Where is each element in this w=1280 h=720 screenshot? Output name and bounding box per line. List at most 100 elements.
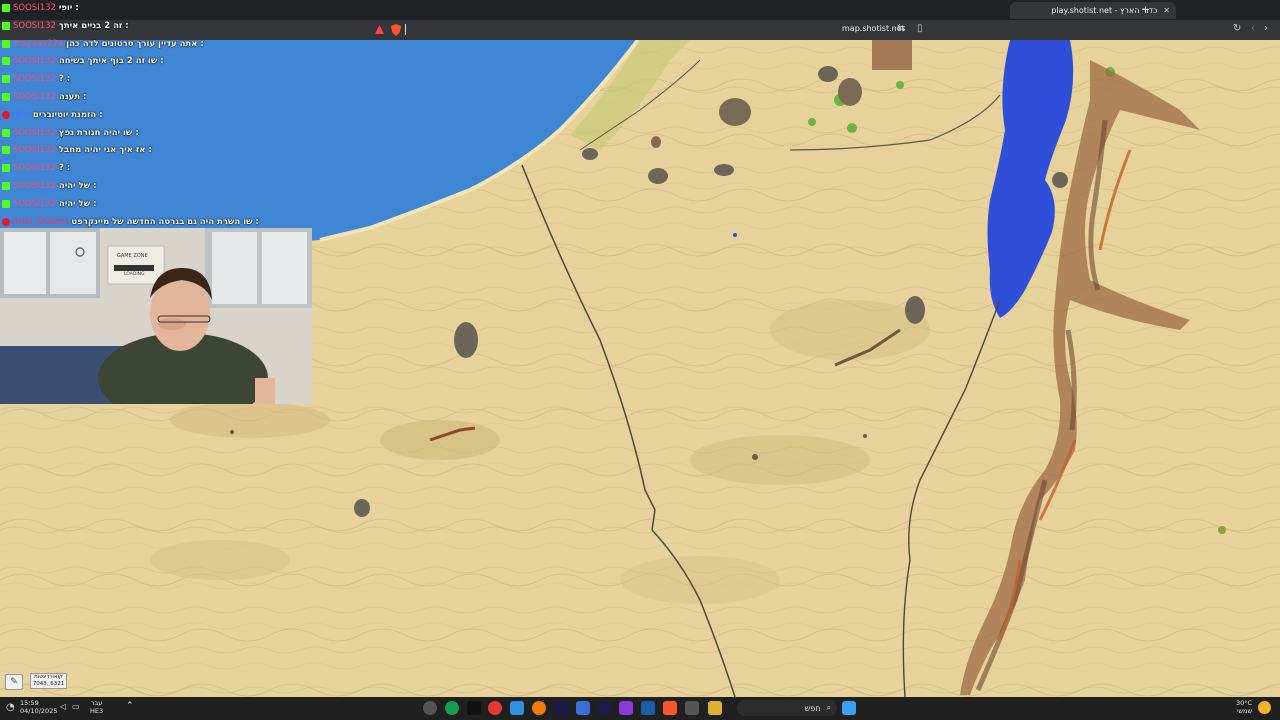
chat-username[interactable]: SOOSI132 [13, 128, 56, 138]
chat-username[interactable]: iBut [13, 110, 30, 120]
monitor-icon[interactable]: ▭ [72, 702, 80, 711]
speaker-icon[interactable]: ◁ [60, 702, 66, 711]
rock-patch [651, 136, 661, 148]
windows-start-icon[interactable] [842, 701, 856, 715]
chat-text: הזמנת יוטיוברים : [32, 109, 103, 120]
weather-temp: 30°C [1236, 699, 1253, 707]
tree [808, 118, 816, 126]
taskbar-search[interactable]: חפש ⌕ [737, 700, 837, 716]
taskbar-app-icon[interactable] [532, 701, 546, 715]
chat-username[interactable]: SOOSI132 [13, 181, 56, 191]
chat-username[interactable]: Ariel_Shalom [13, 217, 68, 227]
coords-label: קואורדינטות [34, 674, 63, 680]
chat-username[interactable]: SOOSI132 [13, 199, 56, 209]
chat-message: SOOSI132? : [2, 160, 70, 176]
kick-badge-icon [2, 21, 10, 30]
chat-text: ? : [58, 163, 71, 174]
chat-username[interactable]: SOOSI132 [13, 163, 56, 173]
clock[interactable]: 15:59 04/10/2025 [20, 699, 57, 715]
alert-icon[interactable] [375, 25, 384, 34]
rock-patch [719, 98, 751, 126]
tree [896, 81, 904, 89]
back-icon[interactable]: ‹ [1251, 23, 1255, 34]
taskbar-app-icon[interactable] [488, 701, 502, 715]
reload-icon[interactable]: ↻ [1233, 23, 1241, 34]
chat-username[interactable]: SOOSI132 [13, 145, 56, 155]
chat-text: יופי : [58, 3, 79, 13]
url-text[interactable]: map.shotist.net [842, 24, 905, 33]
rock-patch [818, 66, 838, 82]
taskbar-app-icon[interactable] [510, 701, 524, 715]
dune-shadow [150, 540, 290, 580]
taskbar: ◔ 15:59 04/10/2025 ◁ ▭ עבר HE3 ⌃ חפש ⌕ 3… [0, 697, 1280, 720]
dune-shadow [380, 420, 500, 460]
kick-badge-icon [2, 75, 10, 84]
chat-message: SOOSI132 תענה : [2, 89, 86, 105]
dune-shadow [170, 402, 330, 438]
new-tab-button[interactable]: + [1141, 3, 1150, 16]
clock-date: 04/10/2025 [20, 707, 58, 715]
chat-text: שו יהיה חגורת נפץ : [58, 127, 139, 138]
coordinates-box: קואורדינטות 7043, 6321 [30, 673, 67, 689]
chat-username[interactable]: SOOSI132 [13, 3, 56, 13]
sign-line-2: LOADING [124, 272, 145, 277]
rock-patch [354, 499, 370, 517]
lang-bottom: HE3 [90, 707, 104, 715]
terrain-spot [230, 430, 234, 434]
lang-top: עבר [90, 699, 103, 707]
kick-badge-icon [2, 4, 10, 12]
share-icon[interactable]: ⇆ [897, 23, 905, 34]
forward-icon[interactable]: › [1264, 23, 1268, 34]
kick-badge-icon [2, 146, 10, 155]
chat-message: SOOSI132 של יהיה : [2, 196, 97, 212]
bookmark-icon[interactable]: ▯ [917, 23, 923, 34]
chat-message: SOOSI132 זה 2 בניים איתך : [2, 18, 129, 34]
chat-username[interactable]: SOOSI132 [13, 74, 56, 84]
taskbar-app-icon[interactable] [576, 701, 590, 715]
language-indicator[interactable]: עבר HE3 [90, 699, 103, 715]
chat-text: זה 2 בניים איתך : [58, 20, 129, 31]
wifi-icon[interactable]: ◔ [6, 702, 15, 713]
search-icon: ⌕ [826, 703, 831, 712]
building [872, 40, 912, 70]
tree [847, 123, 857, 133]
taskbar-app-icon[interactable] [445, 701, 459, 715]
webcam-feed: GAME ZONE LOADING [0, 228, 312, 404]
brave-shield-icon[interactable] [391, 24, 401, 36]
search-placeholder: חפש [804, 703, 821, 713]
chat-username[interactable]: SOOSI132 [13, 92, 56, 102]
chat-username[interactable]: SOOSI132 [13, 21, 56, 31]
taskbar-app-icon[interactable] [423, 701, 437, 715]
pin-icon[interactable]: ✎ [5, 674, 23, 690]
taskbar-app-icon[interactable] [598, 701, 612, 715]
chat-message: SOOSI132? : [2, 71, 70, 87]
rock-patch [582, 148, 598, 160]
rock-patch [714, 164, 734, 176]
weather-text: שמשי [1236, 707, 1253, 715]
webcam-image [0, 228, 312, 404]
tab-active[interactable]: play.shotist.net - כדור הארץ ✕ [1010, 2, 1176, 19]
kick-badge-icon [2, 39, 10, 48]
chat-username[interactable]: SOOSI132 [13, 56, 56, 66]
taskbar-app-icon[interactable] [619, 701, 633, 715]
sign-line-1: GAME ZONE [117, 253, 148, 259]
terrain-spot [733, 233, 737, 237]
taskbar-app-icon[interactable] [641, 701, 655, 715]
chat-message: iBut הזמנת יוטיוברים : [2, 107, 103, 123]
taskbar-app-icon[interactable] [467, 701, 481, 715]
rock-patch [454, 322, 478, 358]
taskbar-app-icon[interactable] [708, 701, 722, 715]
close-tab-icon[interactable]: ✕ [1163, 6, 1170, 15]
chevron-up-icon[interactable]: ⌃ [126, 701, 134, 711]
taskbar-app-icon[interactable] [685, 701, 699, 715]
cursor-bar [405, 24, 406, 35]
chat-text: שו השרת היה גם בגרסה החדשה של מיינקרפט : [71, 216, 259, 227]
chat-message: SOOSI132 שו זה 2 בוף איתך בשיחה : [2, 53, 164, 69]
tree [1218, 526, 1226, 534]
taskbar-app-icon[interactable] [663, 701, 677, 715]
chat-username[interactable]: mayaaa22a [13, 39, 63, 49]
weather-widget[interactable]: 30°C שמשי [1236, 699, 1252, 715]
kick-badge-icon [2, 128, 10, 137]
kick-badge-icon [2, 57, 10, 66]
taskbar-app-icon[interactable] [554, 701, 568, 715]
